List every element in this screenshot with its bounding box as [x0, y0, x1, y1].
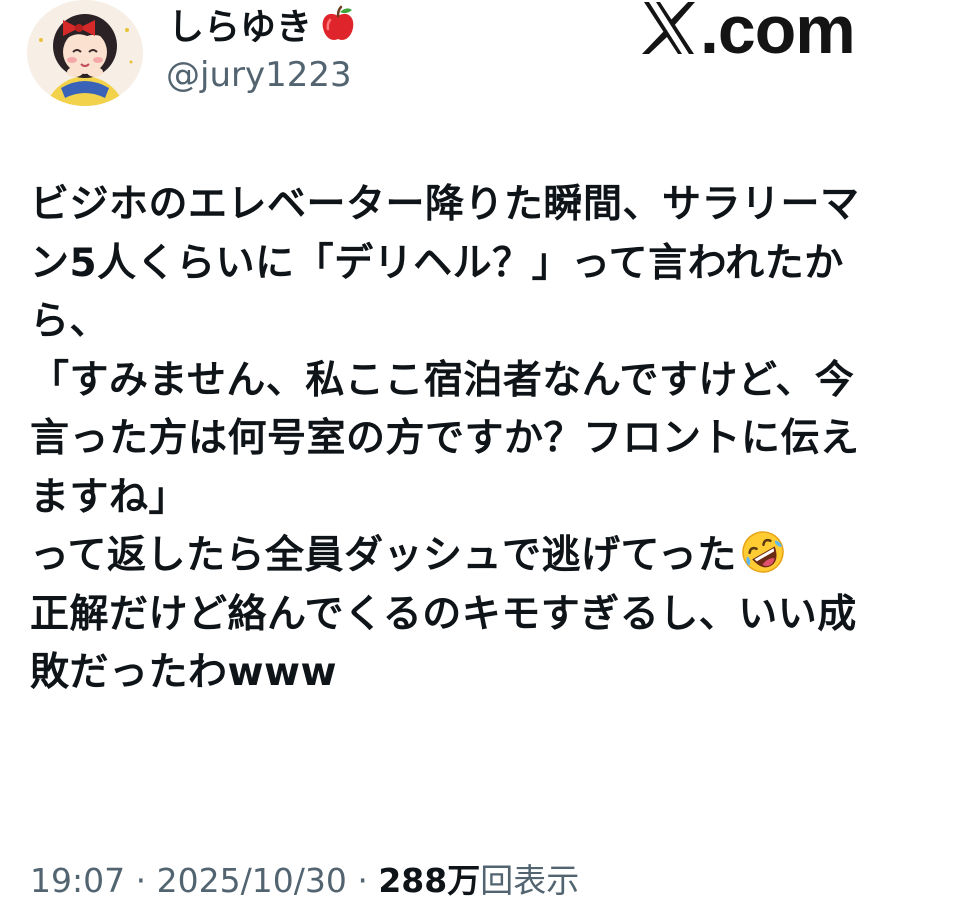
- brand-text: .com: [700, 0, 856, 68]
- tweet-line: ビジホのエレベーター降りた瞬間、サラリーマ: [30, 182, 860, 227]
- views-label: 回表示: [480, 861, 580, 900]
- post-time[interactable]: 19:07: [30, 861, 125, 900]
- tweet-line: 正解だけど絡んでくるのキモすぎるし、いい成: [30, 591, 857, 637]
- x-com-watermark: .com: [640, 0, 856, 68]
- meta-separator: ·: [357, 861, 368, 900]
- rolling-on-floor-laughing-icon: [739, 528, 787, 594]
- red-apple-icon: [318, 4, 358, 55]
- tweet-line-text: って返したら全員ダッシュで逃げてった: [30, 533, 737, 578]
- tweet-text: ビジホのエレベーター降りた瞬間、サラリーマ ン5人くらいに「デリヘル？」って言わ…: [30, 176, 935, 703]
- tweet-line: ら、: [30, 299, 110, 344]
- post-date[interactable]: 2025/10/30: [157, 861, 347, 900]
- avatar-image: [27, 0, 143, 106]
- user-handle[interactable]: @jury1223: [166, 54, 352, 96]
- display-name[interactable]: しらゆき: [168, 7, 312, 48]
- avatar[interactable]: [27, 0, 143, 106]
- post-meta: 19:07 · 2025/10/30 · 288万回表示: [30, 858, 579, 904]
- tweet-line: 敗だったわwww: [30, 650, 338, 695]
- views-count[interactable]: 288万: [378, 861, 480, 900]
- tweet-line-with-emoji: って返したら全員ダッシュで逃げてった: [30, 527, 935, 586]
- tweet-line: 「すみません、私ここ宿泊者なんですけど、今: [30, 357, 855, 403]
- tweet-line: 言った方は何号室の方ですか？フロントに伝え: [30, 416, 860, 461]
- meta-separator: ·: [135, 861, 147, 900]
- x-logo-icon: [640, 0, 698, 60]
- tweet-line: ン5人くらいに「デリヘル？」って言われたか: [30, 240, 844, 286]
- tweet-line: ますね」: [30, 474, 189, 520]
- post-header: しらゆき @jury1223 .com: [0, 0, 960, 120]
- display-name-row[interactable]: しらゆき: [168, 4, 358, 55]
